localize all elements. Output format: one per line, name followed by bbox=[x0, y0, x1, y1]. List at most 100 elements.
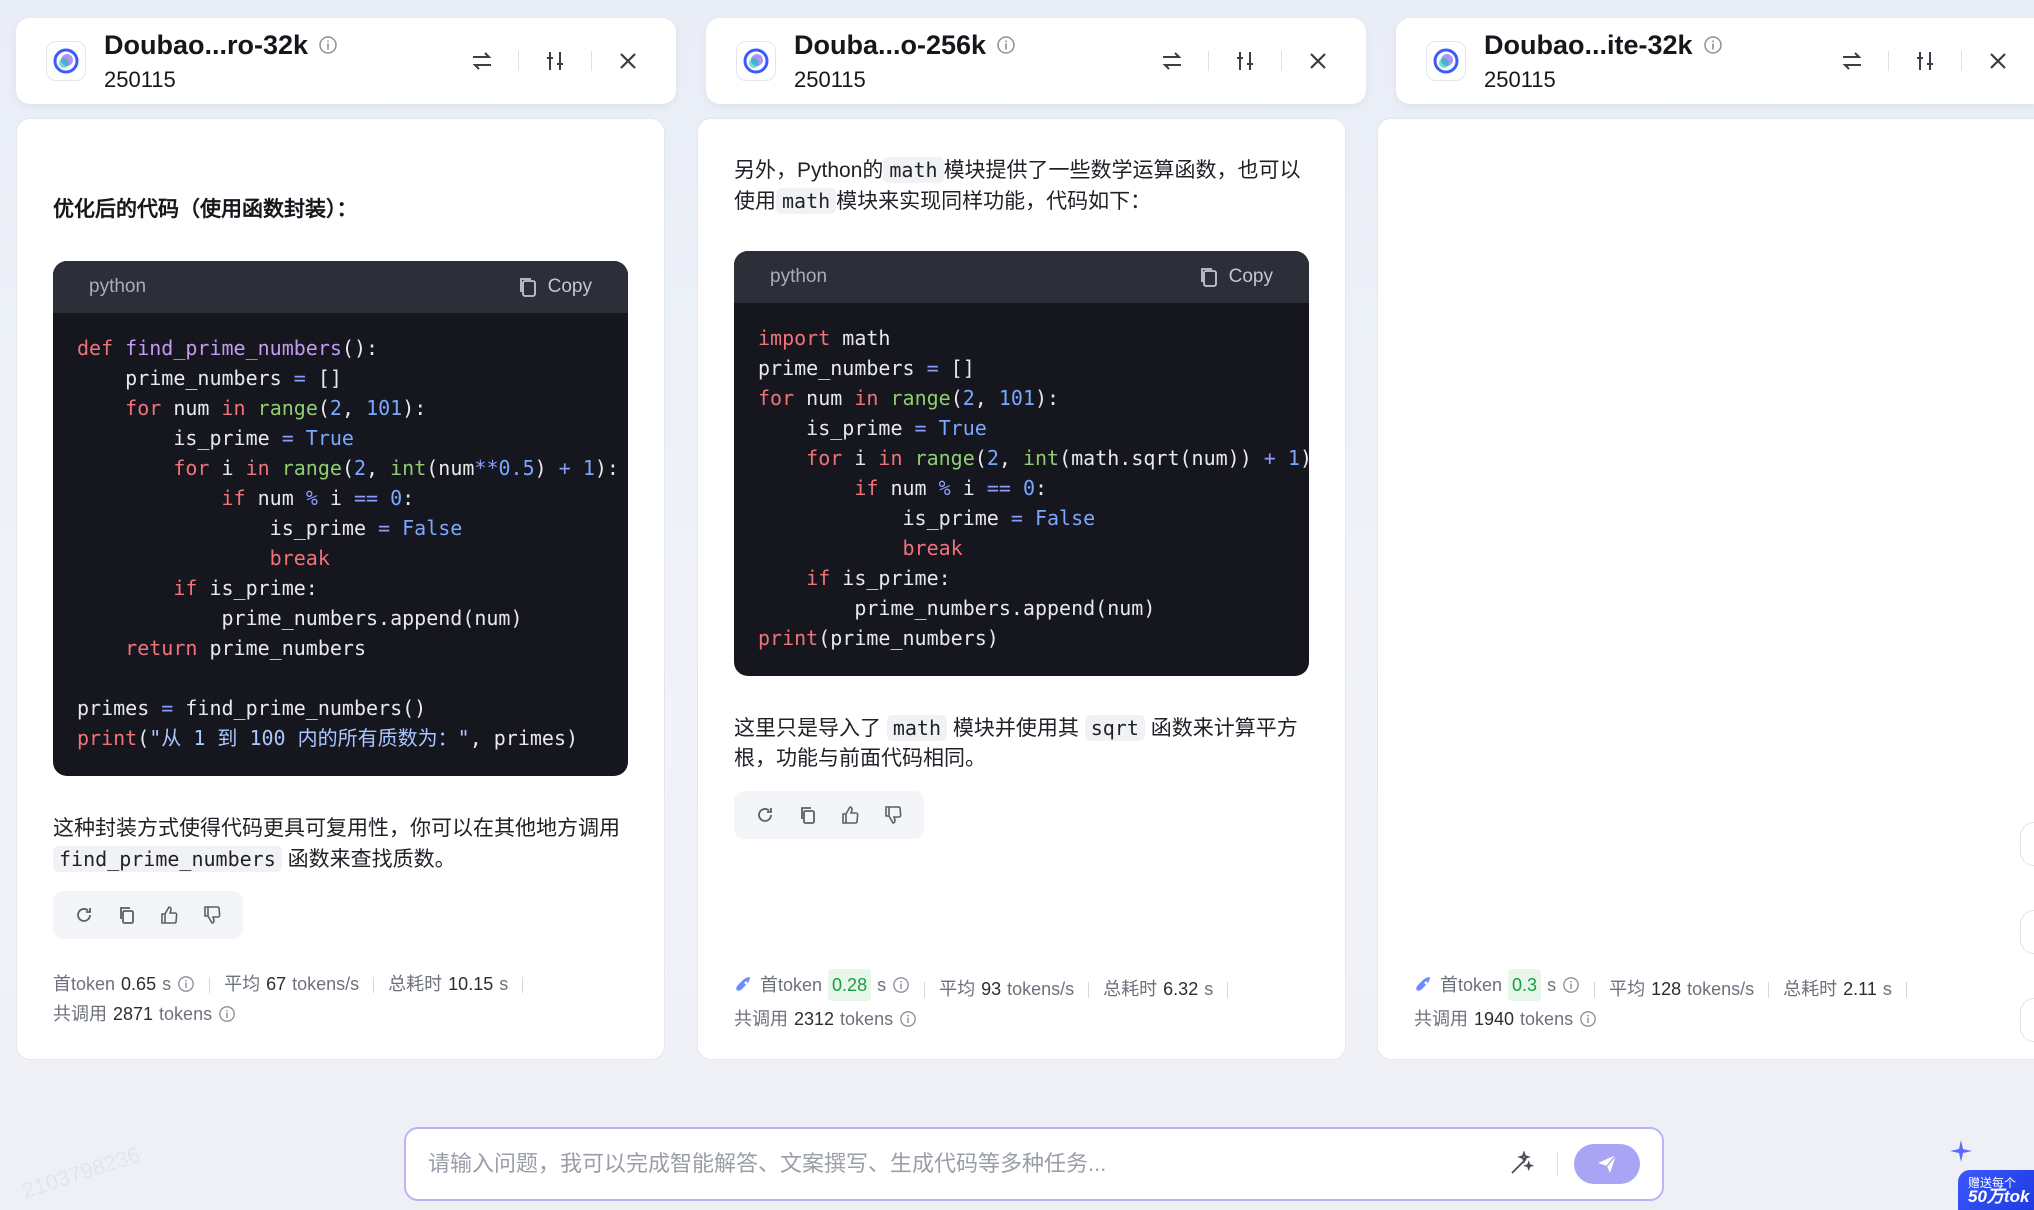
dislike-button[interactable] bbox=[196, 899, 228, 931]
code-block: python Copy def find_prime_numbers(): pr… bbox=[53, 261, 628, 776]
copy-icon bbox=[1200, 268, 1217, 287]
inline-code: find_prime_numbers bbox=[53, 846, 282, 872]
stat-unit: tokens/s bbox=[1687, 979, 1755, 999]
sparkle-icon bbox=[1950, 1140, 1972, 1162]
response-stats: 首token 0.3 s 平均 128 tokens/s 总耗时 2.11 s 共调用 1940… bbox=[1414, 969, 2016, 1034]
stat-unit: tokens/s bbox=[292, 974, 360, 994]
tokens-used-value: 1940 bbox=[1474, 1009, 1515, 1029]
divider bbox=[209, 977, 211, 994]
close-button[interactable] bbox=[1980, 43, 2016, 79]
message-actions bbox=[734, 791, 924, 839]
send-icon bbox=[1598, 1154, 1617, 1173]
magic-wand-icon bbox=[1511, 1151, 1534, 1174]
send-button[interactable] bbox=[1574, 1144, 1640, 1184]
copy-message-button[interactable] bbox=[792, 799, 824, 831]
dislike-button[interactable] bbox=[877, 799, 909, 831]
response-column-1: 优化后的代码（使用函数封装）： python Copy def find_pri… bbox=[16, 118, 665, 1060]
info-icon[interactable] bbox=[1703, 35, 1723, 55]
divider bbox=[1888, 51, 1889, 71]
copy-icon bbox=[800, 807, 815, 824]
settings-button[interactable] bbox=[1907, 43, 1943, 79]
code-block: python Copy import math prime_numbers = … bbox=[734, 251, 1309, 676]
swap-model-button[interactable] bbox=[464, 43, 500, 79]
stat-unit: s bbox=[1547, 975, 1557, 995]
info-icon[interactable] bbox=[318, 35, 338, 55]
sliders-icon bbox=[1917, 52, 1933, 70]
rocket-icon bbox=[1416, 977, 1430, 991]
stat-label: 共调用 bbox=[734, 1009, 788, 1029]
model-version: 250115 bbox=[1484, 66, 1556, 92]
tokens-used-value: 2871 bbox=[113, 1004, 154, 1024]
regenerate-button[interactable] bbox=[749, 799, 781, 831]
text-segment: 另外，Python的 bbox=[734, 159, 884, 182]
divider bbox=[1281, 51, 1282, 71]
settings-button[interactable] bbox=[1227, 43, 1263, 79]
inline-code: math bbox=[883, 157, 944, 183]
close-button[interactable] bbox=[1300, 43, 1336, 79]
copy-code-button[interactable]: Copy bbox=[1199, 266, 1273, 288]
stat-label: 总耗时 bbox=[1783, 979, 1838, 999]
stat-label: 首token bbox=[760, 975, 823, 995]
model-name: Doubao...ite-32k bbox=[1484, 29, 1693, 60]
prompt-input[interactable] bbox=[428, 1151, 1501, 1177]
info-icon[interactable] bbox=[996, 35, 1016, 55]
swap-model-button[interactable] bbox=[1154, 43, 1190, 79]
avg-speed-value: 93 bbox=[981, 979, 1002, 999]
stat-unit: tokens bbox=[159, 1004, 213, 1024]
copy-label: Copy bbox=[1228, 266, 1273, 287]
text-segment: 模块来实现同样功能，代码如下： bbox=[836, 190, 1152, 213]
side-scroll-button[interactable] bbox=[2020, 822, 2034, 866]
response-column-2: 另外，Python的 math 模块提供了一些数学运算函数，也可以使用 math 模块来… bbox=[697, 118, 1346, 1060]
promo-amount: 50万tok bbox=[1968, 1187, 2030, 1206]
thumbs-up-icon bbox=[161, 906, 178, 924]
close-button[interactable] bbox=[610, 43, 646, 79]
swap-icon bbox=[1162, 52, 1182, 70]
like-button[interactable] bbox=[153, 899, 185, 931]
stat-unit: s bbox=[1204, 979, 1214, 999]
side-scroll-button[interactable] bbox=[2020, 910, 2034, 954]
response-stats: 首token 0.65 s 平均 67 tokens/s 总耗时 10.15 s 共调用 287… bbox=[53, 969, 644, 1029]
inline-code: math bbox=[776, 188, 837, 214]
settings-button[interactable] bbox=[537, 43, 573, 79]
model-logo bbox=[46, 41, 86, 81]
divider bbox=[591, 51, 592, 71]
divider bbox=[924, 982, 926, 999]
model-header-2: Douba...o-256k 250115 bbox=[706, 18, 1366, 104]
prompt-optimize-button[interactable] bbox=[1501, 1144, 1541, 1184]
info-icon[interactable] bbox=[1562, 976, 1580, 994]
close-icon bbox=[1310, 53, 1326, 69]
info-icon[interactable] bbox=[1579, 1010, 1597, 1028]
text-segment: 这里只是导入了 bbox=[734, 717, 881, 740]
stat-unit: tokens bbox=[840, 1009, 894, 1029]
copy-message-button[interactable] bbox=[111, 899, 143, 931]
total-time-value: 6.32 bbox=[1163, 979, 1199, 999]
stat-label: 平均 bbox=[939, 979, 976, 999]
rocket-icon bbox=[736, 977, 750, 991]
swap-icon bbox=[472, 52, 492, 70]
info-icon[interactable] bbox=[177, 975, 195, 993]
info-icon[interactable] bbox=[892, 976, 910, 994]
section-heading: 优化后的代码（使用函数封装）： bbox=[53, 198, 358, 221]
swap-model-button[interactable] bbox=[1834, 43, 1870, 79]
info-icon[interactable] bbox=[218, 1005, 236, 1023]
stat-unit: s bbox=[162, 974, 172, 994]
doubao-logo-icon bbox=[1433, 48, 1459, 74]
avg-speed-value: 67 bbox=[266, 974, 287, 994]
total-time-value: 2.11 bbox=[1843, 979, 1877, 999]
copy-code-button[interactable]: Copy bbox=[518, 276, 592, 298]
side-scroll-button[interactable] bbox=[2020, 998, 2034, 1042]
stat-label: 总耗时 bbox=[1103, 979, 1158, 999]
model-name: Doubao...ro-32k bbox=[104, 29, 309, 60]
stat-label: 首token bbox=[53, 974, 116, 994]
swap-icon bbox=[1842, 52, 1862, 70]
stat-label: 首token bbox=[1440, 975, 1503, 995]
like-button[interactable] bbox=[834, 799, 866, 831]
text-segment: 这种封装方式使得代码更具可复用性，你可以在其他地方调用 bbox=[53, 817, 620, 840]
promo-badge[interactable]: 赠送每个 50万tok bbox=[1950, 1130, 2034, 1210]
total-time-value: 10.15 bbox=[448, 974, 494, 994]
regenerate-button[interactable] bbox=[68, 899, 100, 931]
tokens-used-value: 2312 bbox=[794, 1009, 835, 1029]
info-icon[interactable] bbox=[899, 1010, 917, 1028]
divider bbox=[1961, 51, 1962, 71]
copy-icon bbox=[519, 278, 536, 297]
